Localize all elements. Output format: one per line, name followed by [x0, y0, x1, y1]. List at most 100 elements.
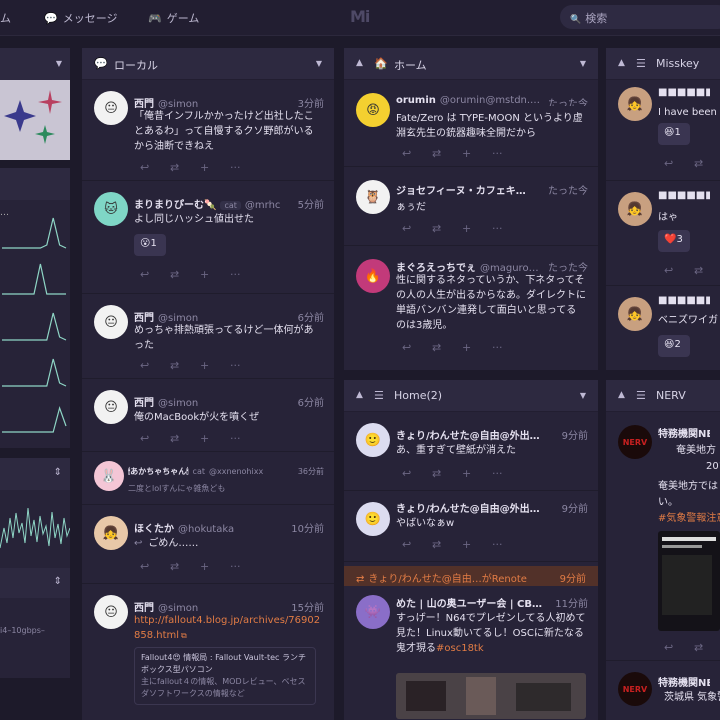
note-author-name[interactable]: ■■■■■■■■: [658, 295, 710, 306]
external-link-icon[interactable]: ⧉: [181, 631, 187, 640]
avatar[interactable]: 😐: [94, 305, 128, 339]
note-author-name[interactable]: ■■■■■■■■: [658, 87, 710, 98]
note-username[interactable]: @mrhc: [245, 200, 281, 211]
avatar[interactable]: 🙂: [356, 502, 390, 536]
misskey-logo[interactable]: Mi: [350, 7, 370, 26]
renote-icon[interactable]: ⇄: [694, 264, 720, 277]
note-time[interactable]: たった今: [544, 95, 588, 106]
note-time[interactable]: 36分前: [293, 466, 324, 477]
note-time[interactable]: 10分前: [287, 520, 324, 535]
renoter-name[interactable]: きょり/わんせた@自由…: [368, 574, 481, 585]
note-time[interactable]: 9分前: [557, 500, 588, 515]
note-username[interactable]: @hokutaka: [178, 524, 234, 535]
chevron-down-icon[interactable]: ▼: [56, 59, 62, 68]
avatar[interactable]: 👧: [618, 192, 652, 226]
avatar[interactable]: 🐰: [94, 461, 124, 491]
reaction-button[interactable]: 😮1: [134, 234, 166, 256]
reply-icon[interactable]: ↩: [140, 359, 170, 372]
note-time[interactable]: 3分前: [293, 95, 324, 110]
avatar[interactable]: 😐: [94, 91, 128, 125]
nav-item-messages[interactable]: 💬 メッセージ: [44, 10, 117, 26]
note-username[interactable]: @xxnenohixx: [209, 467, 263, 476]
avatar[interactable]: 🔥: [356, 259, 390, 293]
renote-icon[interactable]: ⇄: [170, 359, 200, 372]
add-reaction-icon[interactable]: +: [200, 359, 230, 372]
avatar[interactable]: 😐: [94, 595, 128, 629]
chevron-up-icon[interactable]: ▲: [618, 58, 625, 68]
renote-icon[interactable]: ⇄: [170, 268, 200, 281]
more-icon[interactable]: ···: [230, 560, 260, 573]
reply-icon[interactable]: ↩: [402, 222, 432, 235]
nav-item-games[interactable]: 🎮 ゲーム: [148, 10, 199, 26]
note-author-name[interactable]: ジョセフィーヌ・カフェキ…: [396, 186, 526, 197]
column-header[interactable]: ▲ ☰ Misskey: [606, 48, 720, 80]
avatar[interactable]: 🙂: [356, 423, 390, 457]
reply-icon[interactable]: ↩: [140, 268, 170, 281]
more-icon[interactable]: ···: [492, 538, 522, 551]
avatar[interactable]: 🐱: [94, 192, 128, 226]
add-reaction-icon[interactable]: +: [462, 467, 492, 480]
note-author-name[interactable]: めた | 山の奥ユーザー会 | CB…: [396, 599, 542, 610]
avatar[interactable]: 👾: [356, 595, 390, 629]
note-author-name[interactable]: 西門: [134, 398, 154, 409]
attached-image[interactable]: [658, 531, 720, 631]
renote-icon[interactable]: ⇄: [694, 157, 720, 170]
note-time[interactable]: 6分前: [293, 394, 324, 409]
column-header[interactable]: ▲ ☰ Home(2) ▼: [344, 380, 598, 412]
add-reaction-icon[interactable]: +: [200, 560, 230, 573]
note-time[interactable]: たった今: [544, 259, 588, 274]
add-reaction-icon[interactable]: +: [462, 538, 492, 551]
more-icon[interactable]: ···: [492, 467, 522, 480]
more-icon[interactable]: ···: [230, 432, 260, 445]
note-author-name[interactable]: orumin: [396, 95, 436, 106]
chevron-up-icon[interactable]: ▲: [618, 390, 625, 400]
avatar[interactable]: 👧: [618, 87, 652, 121]
reply-icon[interactable]: ↩: [402, 538, 432, 551]
renote-banner[interactable]: ⇄ きょり/わんせた@自由…がRenote 9分前: [344, 566, 598, 586]
add-reaction-icon[interactable]: +: [462, 147, 492, 160]
add-reaction-icon[interactable]: +: [200, 432, 230, 445]
chevron-down-icon[interactable]: ▼: [580, 391, 586, 400]
sort-icon[interactable]: ⇕: [54, 467, 62, 478]
renote-icon[interactable]: ⇄: [432, 538, 462, 551]
note-author-name[interactable]: きょり/わんせた@自由@外出…: [396, 504, 540, 515]
note-username[interactable]: @simon: [158, 398, 198, 409]
renote-icon[interactable]: ⇄: [170, 432, 200, 445]
note-time[interactable]: 5分前: [293, 196, 324, 211]
reaction-button[interactable]: 😆2: [658, 335, 690, 357]
note-author-name[interactable]: 特務機関NERV: [658, 429, 710, 440]
note-username[interactable]: @orumin@mstdn.…: [440, 95, 540, 106]
reaction-button[interactable]: 😆1: [658, 123, 690, 145]
more-icon[interactable]: ···: [230, 161, 260, 174]
note-author-name[interactable]: まりまりぴーむ🍡: [134, 200, 216, 211]
reply-icon[interactable]: ↩: [140, 560, 170, 573]
column-header[interactable]: 💬 ローカル ▼: [82, 48, 334, 80]
renote-icon[interactable]: ⇄: [170, 560, 200, 573]
chevron-up-icon[interactable]: ▲: [356, 390, 363, 400]
nerv-logo-avatar[interactable]: NERV: [618, 425, 652, 459]
note-time[interactable]: 6分前: [293, 309, 324, 324]
hashtag-link[interactable]: #気象警報注意: [658, 513, 720, 524]
attached-photo[interactable]: [396, 673, 586, 719]
renote-icon[interactable]: ⇄: [694, 641, 720, 654]
renote-icon[interactable]: ⇄: [432, 222, 462, 235]
reply-icon[interactable]: ↩: [402, 147, 432, 160]
note-author-name[interactable]: 🕯あかちゃちゃん🕯: [128, 467, 189, 476]
column-header[interactable]: ▲ 🏠 ホーム ▼: [344, 48, 598, 80]
avatar[interactable]: 😡: [356, 93, 390, 127]
note-time[interactable]: たった今: [544, 182, 588, 197]
nav-item-home[interactable]: ム: [0, 10, 11, 26]
note-time[interactable]: 9分前: [557, 427, 588, 442]
note-time[interactable]: 15分前: [287, 599, 324, 614]
chevron-down-icon[interactable]: ▼: [580, 59, 586, 68]
chevron-up-icon[interactable]: ▲: [356, 58, 363, 68]
avatar[interactable]: 👧: [618, 297, 652, 331]
reaction-button[interactable]: ❤️3: [658, 230, 690, 252]
note-author-name[interactable]: ■■■■■■■■: [658, 190, 710, 201]
renote-icon[interactable]: ⇄: [432, 467, 462, 480]
column-header[interactable]: ▲ ☰ NERV: [606, 380, 720, 412]
note-author-name[interactable]: きょり/わんせた@自由@外出…: [396, 431, 540, 442]
reply-icon[interactable]: ↩: [664, 157, 694, 170]
search-box[interactable]: 🔍 検索: [560, 5, 720, 29]
renote-time[interactable]: 9分前: [560, 570, 586, 585]
